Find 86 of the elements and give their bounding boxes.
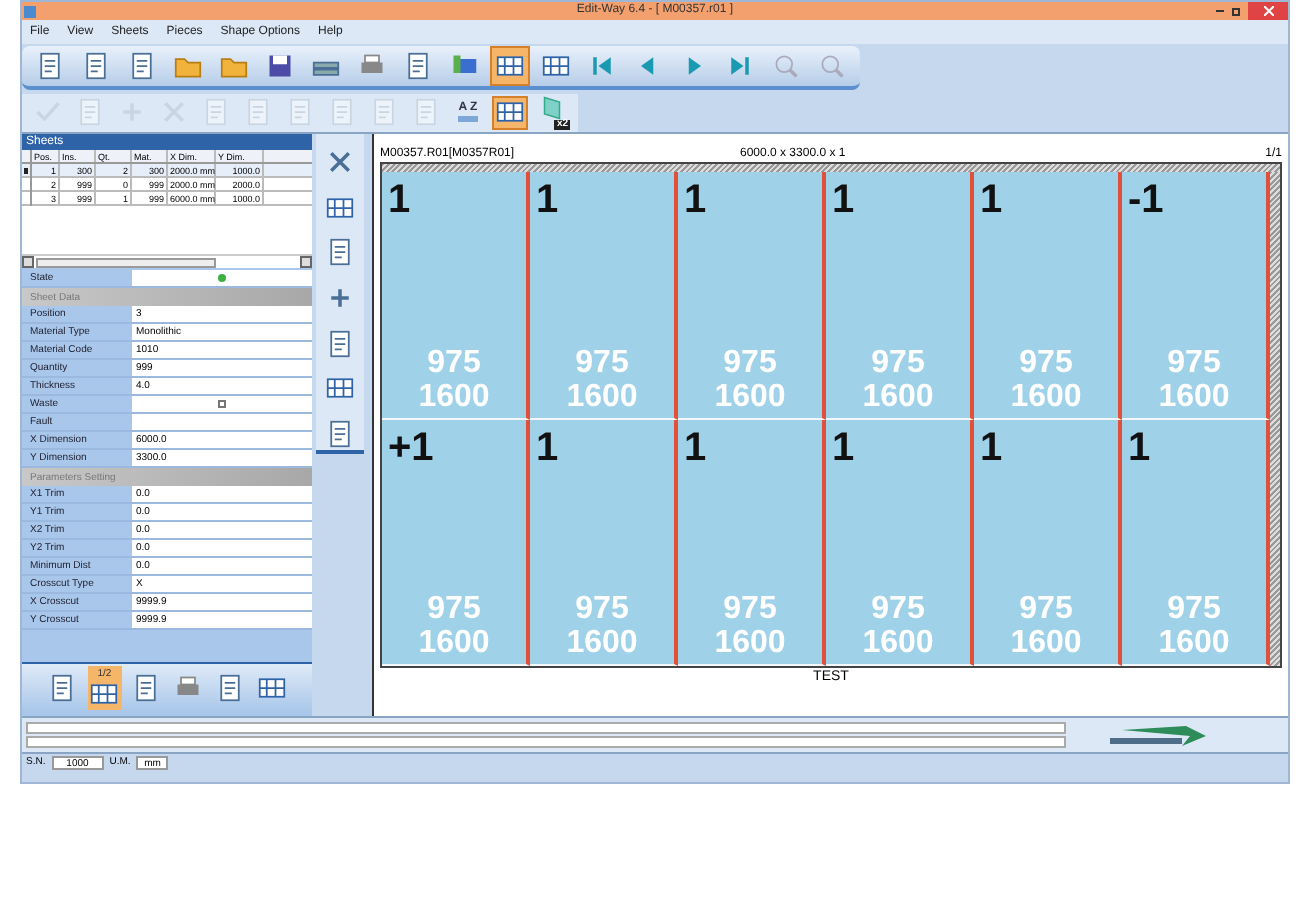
tool-button[interactable] xyxy=(324,146,356,178)
cross-icon xyxy=(326,147,354,176)
document-icon xyxy=(412,98,440,126)
document-icon xyxy=(326,238,354,267)
skip-forward-icon xyxy=(726,52,754,80)
logo-drawing xyxy=(1106,721,1210,749)
plus-icon xyxy=(326,284,354,313)
magnifier-icon xyxy=(772,52,800,80)
piece-height: 1600 xyxy=(1010,626,1082,660)
piece-width: 975 xyxy=(723,345,777,379)
piece-width: 975 xyxy=(575,345,629,379)
piece-height: 1600 xyxy=(1158,379,1230,413)
grid-icon xyxy=(496,52,524,80)
scroll-right-icon[interactable] xyxy=(300,256,312,268)
document-icon xyxy=(326,420,354,449)
checkbox[interactable] xyxy=(218,400,226,408)
piece-width: 975 xyxy=(1019,592,1073,626)
piece-quantity: 1 xyxy=(980,176,1003,224)
piece-width: 975 xyxy=(1167,345,1221,379)
grid-icon xyxy=(90,679,119,707)
tool-button[interactable] xyxy=(324,418,356,451)
document-icon xyxy=(326,329,354,358)
document-icon xyxy=(328,98,356,126)
grid-icon xyxy=(496,98,524,126)
grid-icon xyxy=(542,52,570,80)
document-icon xyxy=(36,52,64,80)
folder-icon xyxy=(174,52,202,80)
piece-quantity: 1 xyxy=(980,423,1003,471)
piece-height: 1600 xyxy=(862,379,934,413)
document-icon xyxy=(244,98,272,126)
piece-quantity: 1 xyxy=(684,423,707,471)
piece-width: 975 xyxy=(427,592,481,626)
document-icon xyxy=(128,52,156,80)
piece-quantity: 1 xyxy=(832,176,855,224)
piece-width: 975 xyxy=(1019,345,1073,379)
piece-height: 1600 xyxy=(1010,379,1082,413)
skip-back-icon xyxy=(588,52,616,80)
piece-height: 1600 xyxy=(862,626,934,660)
sheet-icon xyxy=(538,95,566,119)
close-icon xyxy=(1263,6,1273,16)
document-icon xyxy=(48,674,77,702)
row-selector[interactable] xyxy=(22,164,32,178)
document-icon xyxy=(286,98,314,126)
toolbar-button[interactable] xyxy=(492,95,528,129)
piece-width: 975 xyxy=(1167,592,1221,626)
document-icon xyxy=(76,98,104,126)
tool-button[interactable] xyxy=(324,327,356,360)
scrollbar-thumb[interactable] xyxy=(36,257,216,267)
document-icon xyxy=(132,674,161,702)
piece-quantity: +1 xyxy=(388,423,434,471)
document-icon xyxy=(370,98,398,126)
toolbar-button[interactable] xyxy=(490,46,530,86)
document-icon xyxy=(202,98,230,126)
restore-icon[interactable] xyxy=(1232,7,1240,15)
piece-height: 1600 xyxy=(566,379,638,413)
piece-quantity: 1 xyxy=(684,176,707,224)
grid-icon xyxy=(326,374,354,403)
piece-width: 975 xyxy=(871,592,925,626)
piece-height: 1600 xyxy=(566,626,638,660)
piece-height: 1600 xyxy=(418,626,490,660)
piece-height: 1600 xyxy=(714,379,786,413)
piece-quantity: 1 xyxy=(388,176,411,224)
folder-icon xyxy=(220,52,248,80)
piece-height: 1600 xyxy=(714,626,786,660)
piece-width: 975 xyxy=(723,592,777,626)
document-icon xyxy=(404,52,432,80)
scroll-left-icon[interactable] xyxy=(22,256,34,268)
grid-icon xyxy=(326,193,354,222)
piece-width: 975 xyxy=(575,592,629,626)
piece-height: 1600 xyxy=(418,379,490,413)
piece-width: 975 xyxy=(871,345,925,379)
tool-button[interactable] xyxy=(324,236,356,269)
document-icon xyxy=(82,52,110,80)
piece-quantity: 1 xyxy=(1128,423,1151,471)
piece-width: 975 xyxy=(427,345,481,379)
piece-height: 1600 xyxy=(1158,626,1230,660)
close-button[interactable] xyxy=(1248,2,1288,20)
piece-quantity: 1 xyxy=(536,423,559,471)
app-icon xyxy=(24,5,36,17)
piece-quantity: 1 xyxy=(536,176,559,224)
piece-quantity: 1 xyxy=(832,423,855,471)
horizontal-scrollbar[interactable] xyxy=(22,254,312,268)
grid-icon xyxy=(257,674,286,702)
document-icon xyxy=(215,674,244,702)
magnifier-icon xyxy=(818,52,846,80)
piece-quantity: -1 xyxy=(1128,176,1164,224)
